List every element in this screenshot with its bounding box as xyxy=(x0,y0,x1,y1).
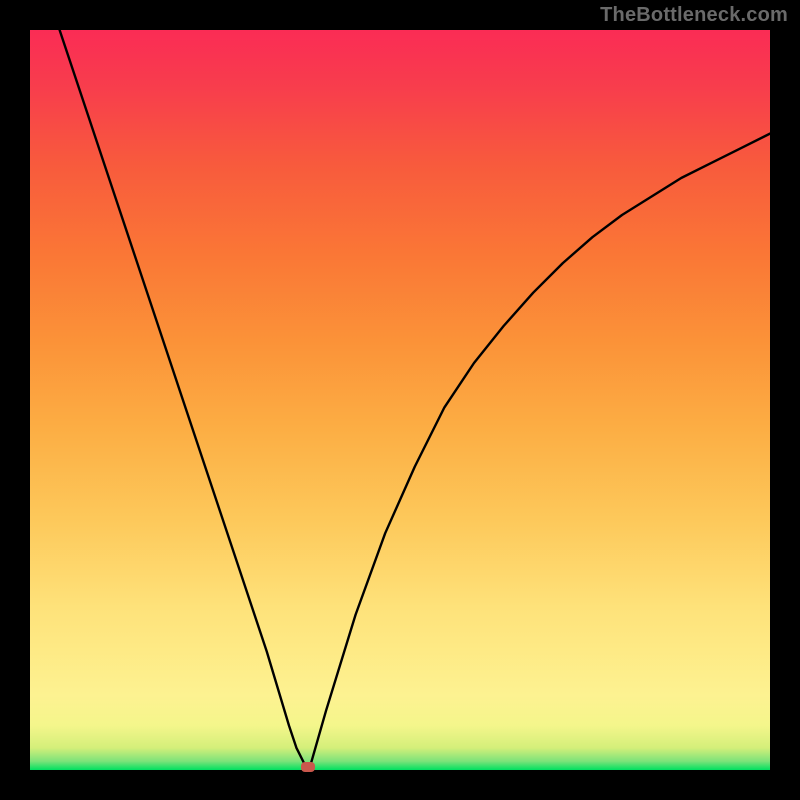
chart-container: TheBottleneck.com xyxy=(0,0,800,800)
plot-frame xyxy=(30,30,770,770)
watermark-text: TheBottleneck.com xyxy=(600,4,788,27)
curve-svg xyxy=(30,30,770,770)
bottleneck-curve xyxy=(60,30,770,767)
min-marker xyxy=(301,762,315,772)
